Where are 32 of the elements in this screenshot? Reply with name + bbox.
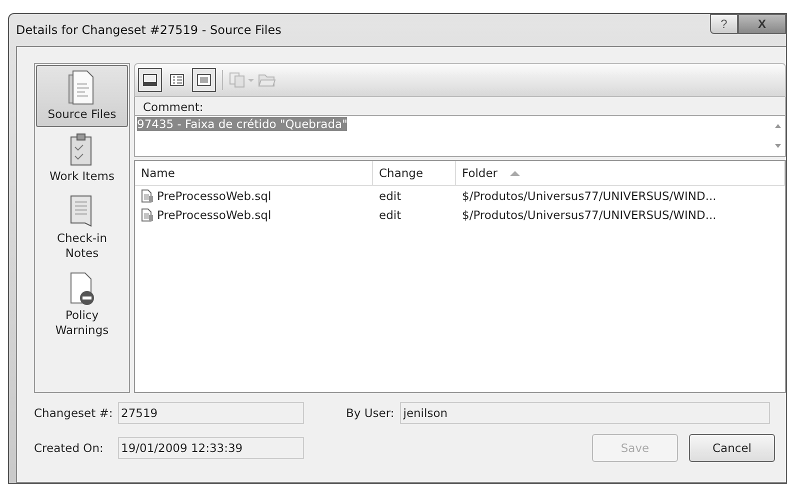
table-cell: PreProcessoWeb.sql	[157, 208, 272, 222]
created-field: 19/01/2009 12:33:39	[118, 437, 304, 459]
preview-pane-icon	[143, 74, 157, 86]
list-view-icon	[197, 74, 211, 86]
table-cell: edit	[379, 188, 402, 202]
sidebar-item[interactable]: Work Items	[36, 127, 128, 189]
sidebar-item[interactable]: Policy Warnings	[36, 266, 128, 343]
table-cell: $/Produtos/Universus77/UNIVERSUS/WIND...	[462, 188, 716, 202]
file-icon	[141, 208, 154, 222]
window-title: Details for Changeset #27519 - Source Files	[16, 23, 282, 37]
dialog-button[interactable]: Cancel	[689, 434, 775, 462]
field-label: Created On:	[34, 441, 104, 455]
list-view-button[interactable]	[192, 68, 216, 92]
help-button[interactable]: ?	[710, 14, 738, 34]
column-header[interactable]: Folder	[456, 161, 785, 185]
comment-label: Comment:	[142, 99, 204, 115]
field-label: By User:	[346, 406, 394, 420]
user-field: jenilson	[400, 402, 770, 424]
preview-pane-button[interactable]	[138, 68, 162, 92]
table-cell: edit	[379, 208, 402, 222]
details-view-icon	[170, 74, 184, 86]
changeset-field: 27519	[118, 402, 304, 424]
sidebar-item[interactable]: Check-in Notes	[36, 189, 128, 266]
close-button[interactable]: X	[738, 14, 786, 34]
column-header[interactable]: Name	[135, 161, 373, 185]
table-cell: PreProcessoWeb.sql	[157, 188, 272, 202]
column-header[interactable]: Change	[373, 161, 456, 185]
comment-field[interactable]: 97435 - Faixa de crétido "Quebrada"	[135, 115, 785, 156]
field-label: Changeset #:	[34, 406, 114, 420]
table-cell: $/Produtos/Universus77/UNIVERSUS/WIND...	[462, 208, 716, 222]
sidebar-item[interactable]: Source Files	[36, 65, 128, 127]
file-icon	[141, 188, 154, 202]
